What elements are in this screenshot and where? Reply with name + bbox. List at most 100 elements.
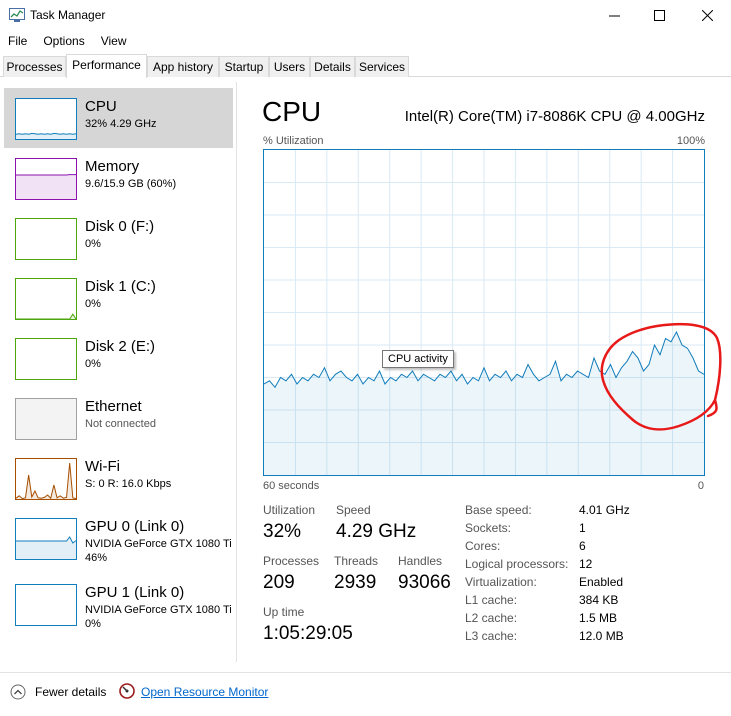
spec-label: Base speed:: [465, 503, 532, 517]
sidebar-item-gpu-0[interactable]: GPU 0 (Link 0) NVIDIA GeForce GTX 1080 T…: [4, 508, 233, 568]
spec-label: Sockets:: [465, 521, 512, 535]
resource-monitor-icon[interactable]: [119, 683, 135, 699]
spec-value: 12: [579, 557, 593, 571]
wifi-thumbnail-graph: [15, 458, 77, 500]
sidebar-item-gpu-1[interactable]: GPU 1 (Link 0) NVIDIA GeForce GTX 1080 T…: [4, 574, 233, 634]
performance-sidebar: CPU 32% 4.29 GHz Memory 9.6/15.9 GB (60%…: [0, 82, 237, 662]
spec-label: L1 cache:: [465, 593, 518, 607]
menu-file[interactable]: File: [0, 31, 35, 51]
tab-details[interactable]: Details: [310, 56, 355, 77]
spec-label: L3 cache:: [465, 629, 518, 643]
thumbnail-line: [15, 132, 77, 135]
gpu-1-thumbnail-graph: [15, 584, 77, 626]
thumbnail-area: [16, 314, 76, 319]
sidebar-item-name: Memory: [85, 158, 140, 175]
spec-label: Logical processors:: [465, 557, 569, 571]
sidebar-item-detail: 9.6/15.9 GB (60%): [85, 178, 177, 190]
fewer-details-button[interactable]: Fewer details: [35, 685, 106, 699]
sidebar-item-disk-0[interactable]: Disk 0 (F:) 0%: [4, 208, 233, 268]
minimize-button[interactable]: [591, 0, 637, 30]
tab-performance[interactable]: Performance: [66, 54, 147, 78]
sidebar-item-name: Disk 0 (F:): [85, 218, 155, 235]
sidebar-item-disk-1[interactable]: Disk 1 (C:) 0%: [4, 268, 233, 328]
chevron-up-icon[interactable]: [10, 684, 26, 700]
menu-bar: File Options View: [0, 31, 135, 51]
sidebar-item-ethernet[interactable]: Ethernet Not connected: [4, 388, 233, 448]
task-manager-window: Task Manager File Options View Processes…: [0, 0, 731, 716]
sidebar-item-detail: 0%: [85, 238, 101, 250]
thumbnail-border: [15, 338, 77, 380]
sidebar-item-name: Wi-Fi: [85, 458, 120, 475]
window-title: Task Manager: [30, 8, 106, 22]
red-annotation-circle: [600, 322, 722, 431]
menu-view[interactable]: View: [93, 31, 135, 51]
sidebar-item-name: Disk 1 (C:): [85, 278, 156, 295]
threads-value: 2939: [334, 572, 377, 593]
utilization-axis-label: % Utilization: [263, 135, 324, 147]
sidebar-item-detail: Not connected: [85, 418, 156, 430]
tab-users[interactable]: Users: [269, 56, 310, 77]
tab-processes[interactable]: Processes: [3, 56, 66, 77]
speed-label: Speed: [336, 503, 371, 517]
uptime-label: Up time: [263, 605, 305, 619]
spec-value: 4.01 GHz: [579, 503, 630, 517]
thumbnail-border: [15, 278, 77, 320]
uptime-value: 1:05:29:05: [263, 623, 353, 644]
close-button[interactable]: [684, 0, 730, 30]
utilization-axis-max: 100%: [676, 135, 705, 147]
disk-0-thumbnail-graph: [15, 218, 77, 260]
minimize-icon: [608, 15, 620, 16]
disk-2-thumbnail-graph: [15, 338, 77, 380]
speed-value: 4.29 GHz: [336, 521, 417, 542]
maximize-icon: [653, 9, 665, 21]
handles-label: Handles: [398, 554, 443, 568]
sidebar-item-memory[interactable]: Memory 9.6/15.9 GB (60%): [4, 148, 233, 208]
thumbnail-line: [15, 462, 77, 500]
close-icon: [701, 9, 713, 21]
spec-value: 12.0 MB: [579, 629, 624, 643]
thumbnail-border: [15, 398, 77, 440]
spec-value: 1.5 MB: [579, 611, 618, 625]
open-resource-monitor-link[interactable]: Open Resource Monitor: [141, 685, 268, 699]
cpu-activity-tooltip: CPU activity: [382, 350, 454, 368]
sidebar-item-detail: 32% 4.29 GHz: [85, 118, 157, 130]
page-title: CPU: [262, 96, 322, 127]
sidebar-item-disk-2[interactable]: Disk 2 (E:) 0%: [4, 328, 233, 388]
disk-1-thumbnail-graph: [15, 278, 77, 320]
sidebar-item-usage: 46%: [85, 552, 108, 564]
task-manager-icon: [9, 8, 25, 22]
thumbnail-border: [15, 218, 77, 260]
maximize-button[interactable]: [636, 0, 682, 30]
thumbnail-border: [15, 98, 77, 140]
thumbnail-line: [16, 313, 77, 320]
processes-label: Processes: [263, 554, 320, 568]
sidebar-item-usage: 0%: [85, 618, 101, 630]
footer-bar: Fewer details Open Resource Monitor: [0, 672, 731, 716]
spec-label: Cores:: [465, 539, 501, 553]
sidebar-item-name: GPU 1 (Link 0): [85, 584, 185, 601]
sidebar-item-detail: NVIDIA GeForce GTX 1080 Ti: [85, 538, 232, 550]
sidebar-item-cpu[interactable]: CPU 32% 4.29 GHz: [4, 88, 233, 148]
tab-startup[interactable]: Startup: [219, 56, 269, 77]
sidebar-item-detail: NVIDIA GeForce GTX 1080 Ti: [85, 604, 232, 616]
thumbnail-area: [16, 174, 76, 199]
ethernet-thumbnail-graph: [15, 398, 77, 440]
tab-app-history[interactable]: App history: [147, 56, 219, 77]
gpu-0-thumbnail-graph: [15, 518, 77, 560]
graph-time-end-label: 0: [697, 480, 704, 492]
spec-value: 6: [579, 539, 586, 553]
tab-bar: Processes Performance App history Startu…: [0, 54, 731, 78]
menu-options[interactable]: Options: [35, 31, 92, 51]
thumbnail-border: [15, 584, 77, 626]
cpu-model-name: Intel(R) Core(TM) i7-8086K CPU @ 4.00GHz: [404, 108, 705, 125]
tab-services[interactable]: Services: [355, 56, 409, 77]
title-bar[interactable]: Task Manager: [0, 0, 731, 30]
spec-value: Enabled: [579, 575, 624, 589]
sidebar-item-name: GPU 0 (Link 0): [85, 518, 185, 535]
spec-label: L2 cache:: [465, 611, 518, 625]
sidebar-item-detail: S: 0 R: 16.0 Kbps: [85, 478, 172, 490]
threads-label: Threads: [334, 554, 379, 568]
sidebar-item-name: CPU: [85, 98, 117, 115]
sidebar-item-wifi[interactable]: Wi-Fi S: 0 R: 16.0 Kbps: [4, 448, 233, 508]
sidebar-item-name: Disk 2 (E:): [85, 338, 156, 355]
